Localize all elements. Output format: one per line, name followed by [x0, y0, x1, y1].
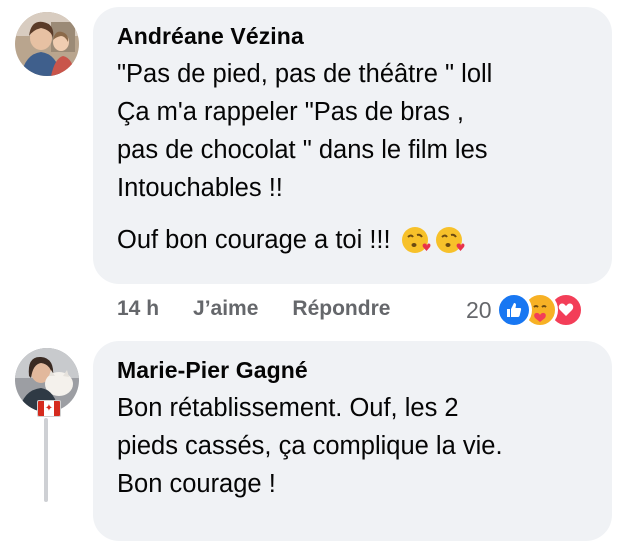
comment-line: Bon rétablissement. Ouf, les 2: [117, 394, 459, 422]
reaction-summary[interactable]: 20: [466, 288, 584, 332]
like-icon: [495, 292, 532, 328]
comment-text: "Pas de pied, pas de théâtre " loll Ça m…: [117, 55, 588, 207]
kissing-face-heart-icon: [435, 227, 465, 253]
comment-author[interactable]: Marie-Pier Gagné: [117, 355, 588, 385]
comment-author[interactable]: Andréane Vézina: [117, 21, 588, 51]
kissing-face-heart-icon: [401, 227, 431, 253]
reaction-count: 20: [466, 296, 492, 323]
comment-bubble-marie-pier: Marie-Pier Gagné Bon rétablissement. Ouf…: [93, 341, 612, 541]
canada-flag-icon: ✦: [37, 400, 61, 417]
thread-line: [44, 418, 48, 502]
comment-line: Ouf bon courage a toi !!!: [117, 226, 391, 254]
avatar-photo-icon: [15, 12, 79, 76]
comment-line: Ça m'a rappeler "Pas de bras ,: [117, 98, 465, 126]
comment-timestamp[interactable]: 14 h: [117, 297, 159, 321]
comment-line: "Pas de pied, pas de théâtre " loll: [117, 60, 493, 88]
comment-line: Intouchables !!: [117, 174, 283, 202]
comment-line: pas de chocolat " dans le film les: [117, 136, 488, 164]
comment-bubble-andreane: Andréane Vézina "Pas de pied, pas de thé…: [93, 7, 612, 284]
avatar-andreane[interactable]: [15, 12, 79, 76]
comment-line: pieds cassés, ça complique la vie.: [117, 432, 503, 460]
avatar-marie-pier[interactable]: ✦: [15, 348, 79, 417]
comment-text: Bon rétablissement. Ouf, les 2 pieds cas…: [117, 389, 588, 503]
like-button[interactable]: J’aime: [193, 297, 258, 321]
comment-line: Bon courage !: [117, 470, 276, 498]
comment-actions: 14 h J’aime Répondre: [117, 293, 390, 325]
reply-button[interactable]: Répondre: [292, 297, 390, 321]
comment-text-second: Ouf bon courage a toi !!!: [117, 221, 588, 259]
